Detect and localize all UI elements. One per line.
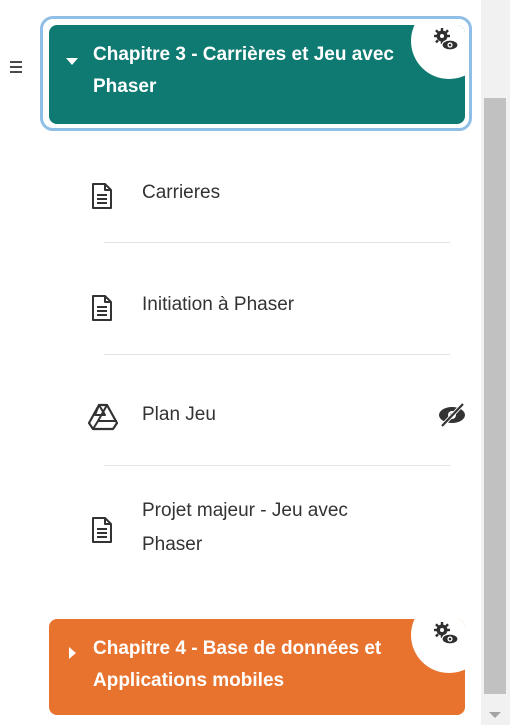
divider	[104, 354, 450, 355]
scroll-down-arrow-icon[interactable]	[489, 712, 501, 718]
page-icon	[92, 517, 112, 543]
activity-carrieres[interactable]: Carrieres	[80, 176, 410, 216]
section-title: Chapitre 3 - Carrières et Jeu avec Phase…	[93, 44, 394, 97]
section-title: Chapitre 4 - Base de données et Applicat…	[93, 638, 382, 691]
google-drive-icon	[88, 403, 118, 431]
eye-slash-icon[interactable]	[437, 402, 467, 428]
gear-eye-icon[interactable]	[433, 27, 459, 53]
activity-initiation-phaser[interactable]: Initiation à Phaser	[80, 288, 410, 328]
divider	[104, 242, 450, 243]
activity-plan-jeu[interactable]: Plan Jeu	[80, 398, 410, 438]
gear-eye-icon[interactable]	[433, 621, 459, 647]
activity-projet-majeur[interactable]: Projet majeur - Jeu avec Phaser	[80, 494, 410, 566]
page-icon	[92, 295, 112, 321]
course-outline: Chapitre 3 - Carrières et Jeu avec Phase…	[0, 0, 510, 725]
page-icon	[92, 183, 112, 209]
vertical-scrollbar[interactable]	[481, 0, 510, 725]
scrollbar-thumb[interactable]	[484, 98, 506, 694]
divider	[104, 465, 450, 466]
activity-label: Carrieres	[142, 182, 221, 203]
activity-label: Initiation à Phaser	[142, 294, 295, 315]
drag-handle-icon[interactable]	[10, 61, 22, 75]
activity-label: Plan Jeu	[142, 404, 216, 425]
caret-right-icon[interactable]	[69, 647, 76, 659]
activity-label: Projet majeur - Jeu avec Phaser	[142, 500, 348, 555]
caret-down-icon[interactable]	[66, 58, 78, 65]
section-header-chapitre-3[interactable]: Chapitre 3 - Carrières et Jeu avec Phase…	[49, 25, 465, 124]
section-header-chapitre-4[interactable]: Chapitre 4 - Base de données et Applicat…	[49, 619, 465, 715]
